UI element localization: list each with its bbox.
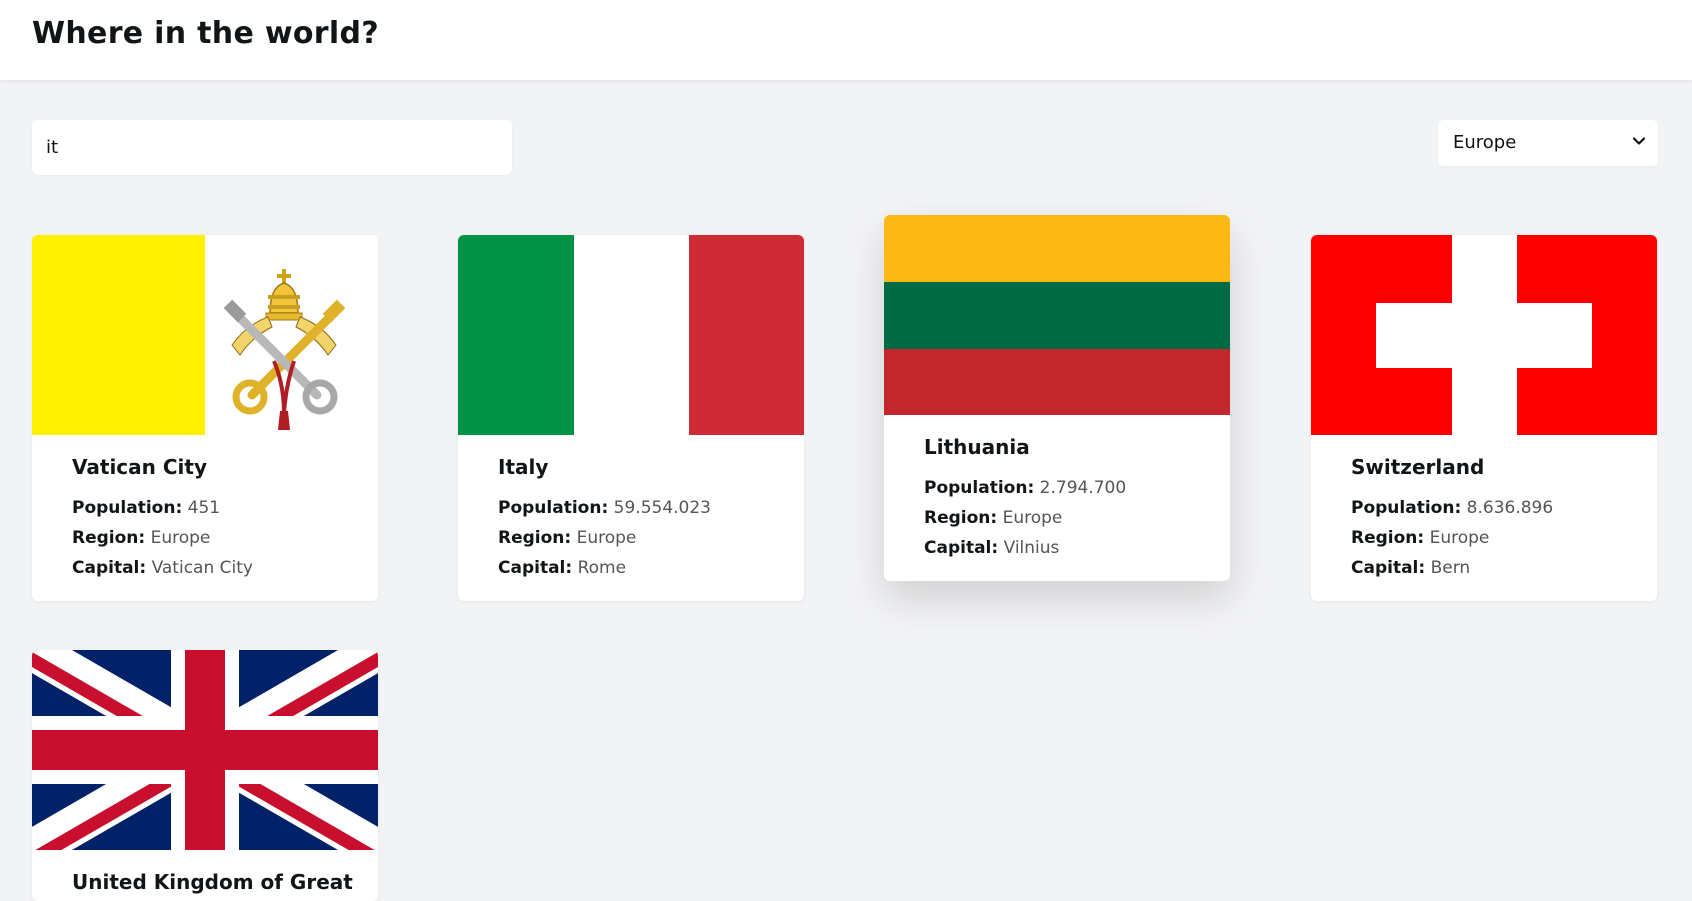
country-name: Italy: [498, 455, 549, 479]
capital-value: Vatican City: [151, 558, 253, 578]
capital-label: Capital:: [1351, 558, 1426, 578]
card-body: United Kingdom of Great: [32, 850, 378, 901]
region-value: Europe: [576, 528, 637, 548]
country-card-italy[interactable]: Italy Population: 59.554.023 Region: Eur…: [458, 235, 804, 601]
uk-flag-image: [32, 650, 378, 850]
capital-label: Capital:: [924, 538, 999, 558]
population-value: 2.794.700: [1039, 478, 1127, 498]
region-label: Region:: [72, 528, 146, 548]
card-body: Vatican City Population: 451 Region: Eur…: [32, 435, 378, 601]
card-body: Italy Population: 59.554.023 Region: Eur…: [458, 435, 804, 601]
population-label: Population:: [72, 498, 183, 518]
country-name: Switzerland: [1351, 455, 1485, 479]
country-card-united-kingdom[interactable]: United Kingdom of Great: [32, 650, 378, 901]
population-value: 59.554.023: [613, 498, 711, 518]
country-card-switzerland[interactable]: Switzerland Population: 8.636.896 Region…: [1311, 235, 1657, 601]
population-label: Population:: [924, 478, 1035, 498]
population-line: Population: 59.554.023: [498, 493, 764, 523]
population-line: Population: 8.636.896: [1351, 493, 1617, 523]
region-value: Europe: [150, 528, 211, 548]
population-value: 8.636.896: [1466, 498, 1554, 518]
population-line: Population: 2.794.700: [924, 473, 1190, 503]
card-body: Lithuania Population: 2.794.700 Region: …: [884, 415, 1230, 581]
region-filter-value: Europe: [1453, 132, 1517, 153]
capital-value: Rome: [577, 558, 627, 578]
region-filter-select[interactable]: Europe: [1438, 120, 1658, 166]
capital-line: Capital: Bern: [1351, 553, 1617, 583]
population-value: 451: [187, 498, 221, 518]
chevron-down-icon: [1632, 137, 1646, 145]
search-input[interactable]: [32, 120, 512, 175]
capital-line: Capital: Vilnius: [924, 533, 1190, 563]
app-title: Where in the world?: [32, 16, 379, 51]
region-label: Region:: [1351, 528, 1425, 548]
region-line: Region: Europe: [498, 523, 764, 553]
region-line: Region: Europe: [1351, 523, 1617, 553]
population-label: Population:: [1351, 498, 1462, 518]
country-name: United Kingdom of Great: [72, 870, 353, 894]
capital-line: Capital: Rome: [498, 553, 764, 583]
italy-flag-image: [458, 235, 804, 435]
population-line: Population: 451: [72, 493, 338, 523]
switzerland-flag-image: [1311, 235, 1657, 435]
lithuania-flag-image: [884, 215, 1230, 415]
region-value: Europe: [1429, 528, 1490, 548]
app-header: Where in the world?: [0, 0, 1692, 80]
country-card-lithuania[interactable]: Lithuania Population: 2.794.700 Region: …: [884, 215, 1230, 581]
capital-line: Capital: Vatican City: [72, 553, 338, 583]
region-line: Region: Europe: [924, 503, 1190, 533]
vatican-flag-image: [32, 235, 378, 435]
capital-value: Vilnius: [1003, 538, 1060, 558]
region-value: Europe: [1002, 508, 1063, 528]
region-label: Region:: [924, 508, 998, 528]
country-card-vatican-city[interactable]: Vatican City Population: 451 Region: Eur…: [32, 235, 378, 601]
capital-label: Capital:: [498, 558, 573, 578]
country-name: Lithuania: [924, 435, 1030, 459]
region-line: Region: Europe: [72, 523, 338, 553]
population-label: Population:: [498, 498, 609, 518]
region-label: Region:: [498, 528, 572, 548]
card-body: Switzerland Population: 8.636.896 Region…: [1311, 435, 1657, 601]
capital-label: Capital:: [72, 558, 147, 578]
capital-value: Bern: [1430, 558, 1471, 578]
country-name: Vatican City: [72, 455, 207, 479]
